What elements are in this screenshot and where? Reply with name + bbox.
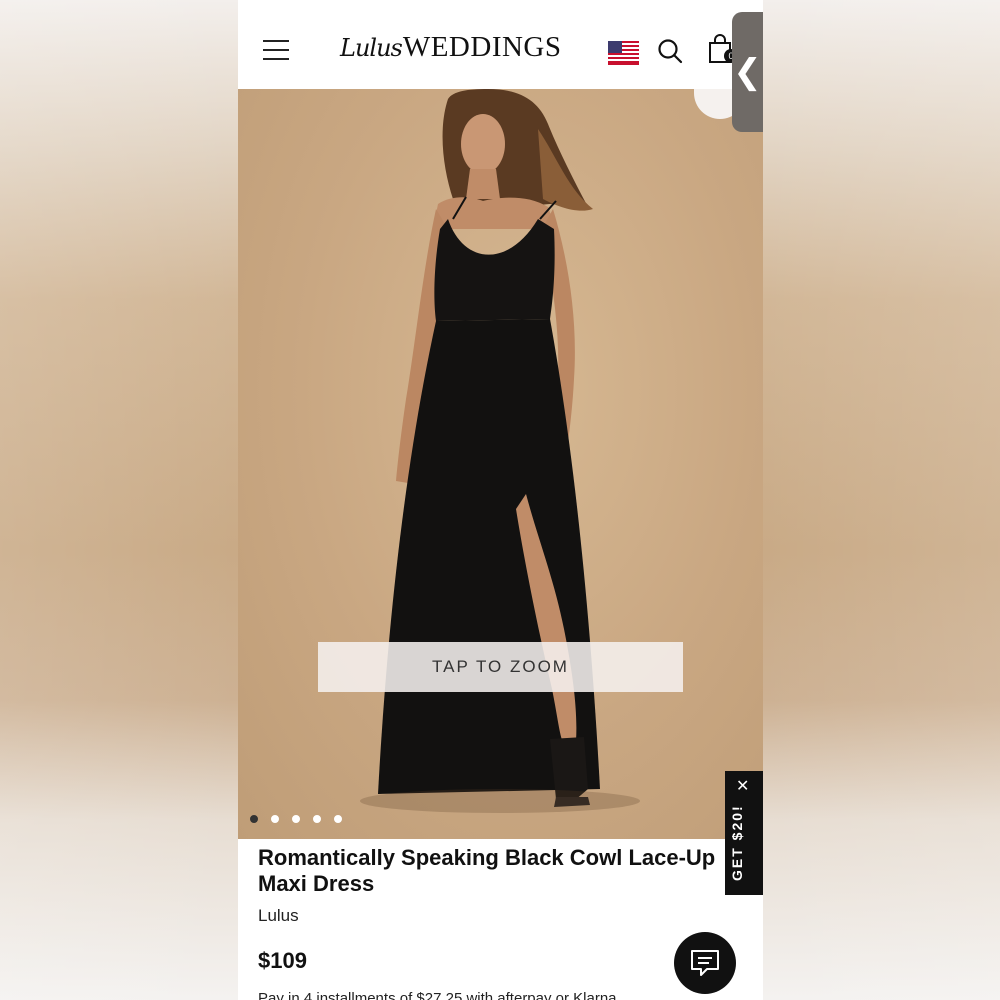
blurred-background-right	[762, 0, 1000, 1000]
close-icon[interactable]: ✕	[736, 779, 749, 795]
get-20-promo-tab[interactable]: ✕ GET $20!	[725, 771, 763, 895]
tap-to-zoom-button[interactable]: TAP TO ZOOM	[318, 642, 683, 692]
gallery-dot-5[interactable]	[334, 815, 342, 823]
mobile-page: Lulus WEDDINGS 0 ❮ TAP TO ZOOM ✕ GET $20…	[238, 0, 763, 1000]
gallery-dot-3[interactable]	[292, 815, 300, 823]
gallery-dot-2[interactable]	[271, 815, 279, 823]
site-header: Lulus WEDDINGS 0	[238, 0, 763, 89]
chat-button[interactable]	[674, 932, 736, 994]
blurred-background-left	[0, 0, 238, 1000]
product-title: Romantically Speaking Black Cowl Lace-Up…	[258, 845, 716, 896]
gallery-pagination	[250, 815, 342, 823]
search-icon[interactable]	[657, 38, 683, 64]
logo-word: WEDDINGS	[402, 31, 562, 63]
product-image[interactable]: TAP TO ZOOM	[238, 89, 763, 839]
product-brand[interactable]: Lulus	[258, 906, 299, 926]
gallery-dot-1[interactable]	[250, 815, 258, 823]
us-flag-icon[interactable]	[608, 41, 639, 65]
product-price: $109	[258, 948, 307, 973]
logo-script: Lulus	[340, 34, 403, 62]
installments-text: Pay in 4 installments of $27.25 with aft…	[258, 990, 617, 1000]
promo-label: GET $20!	[729, 804, 745, 881]
side-drawer-tab[interactable]: ❮	[732, 12, 763, 132]
gallery-dot-4[interactable]	[313, 815, 321, 823]
chat-icon	[691, 950, 719, 976]
site-logo[interactable]: Lulus WEDDINGS	[340, 31, 562, 71]
hamburger-menu-icon[interactable]	[263, 40, 289, 62]
model-dress-illustration	[360, 89, 640, 813]
